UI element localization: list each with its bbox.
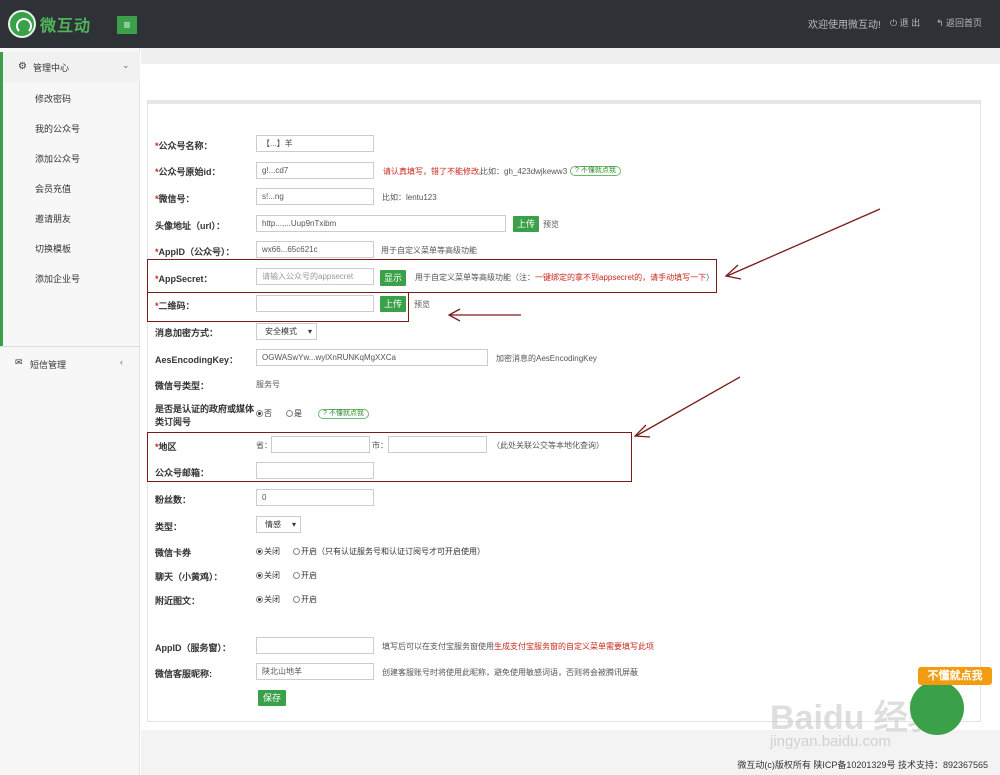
annotation-arrow-3 (635, 376, 741, 437)
help-badge-circle[interactable] (910, 681, 964, 735)
annotation-arrows (447, 208, 881, 438)
footer-text: 微互动(c)版权所有 陕ICP备10201329号 技术支持：892367565 (737, 760, 988, 770)
annotation-arrowhead-1 (724, 264, 742, 280)
help-badge-button[interactable]: 不懂就点我 (918, 667, 992, 685)
annotation-arrow-1 (726, 208, 881, 277)
watermark-url: jingyan.baidu.com (770, 733, 891, 750)
